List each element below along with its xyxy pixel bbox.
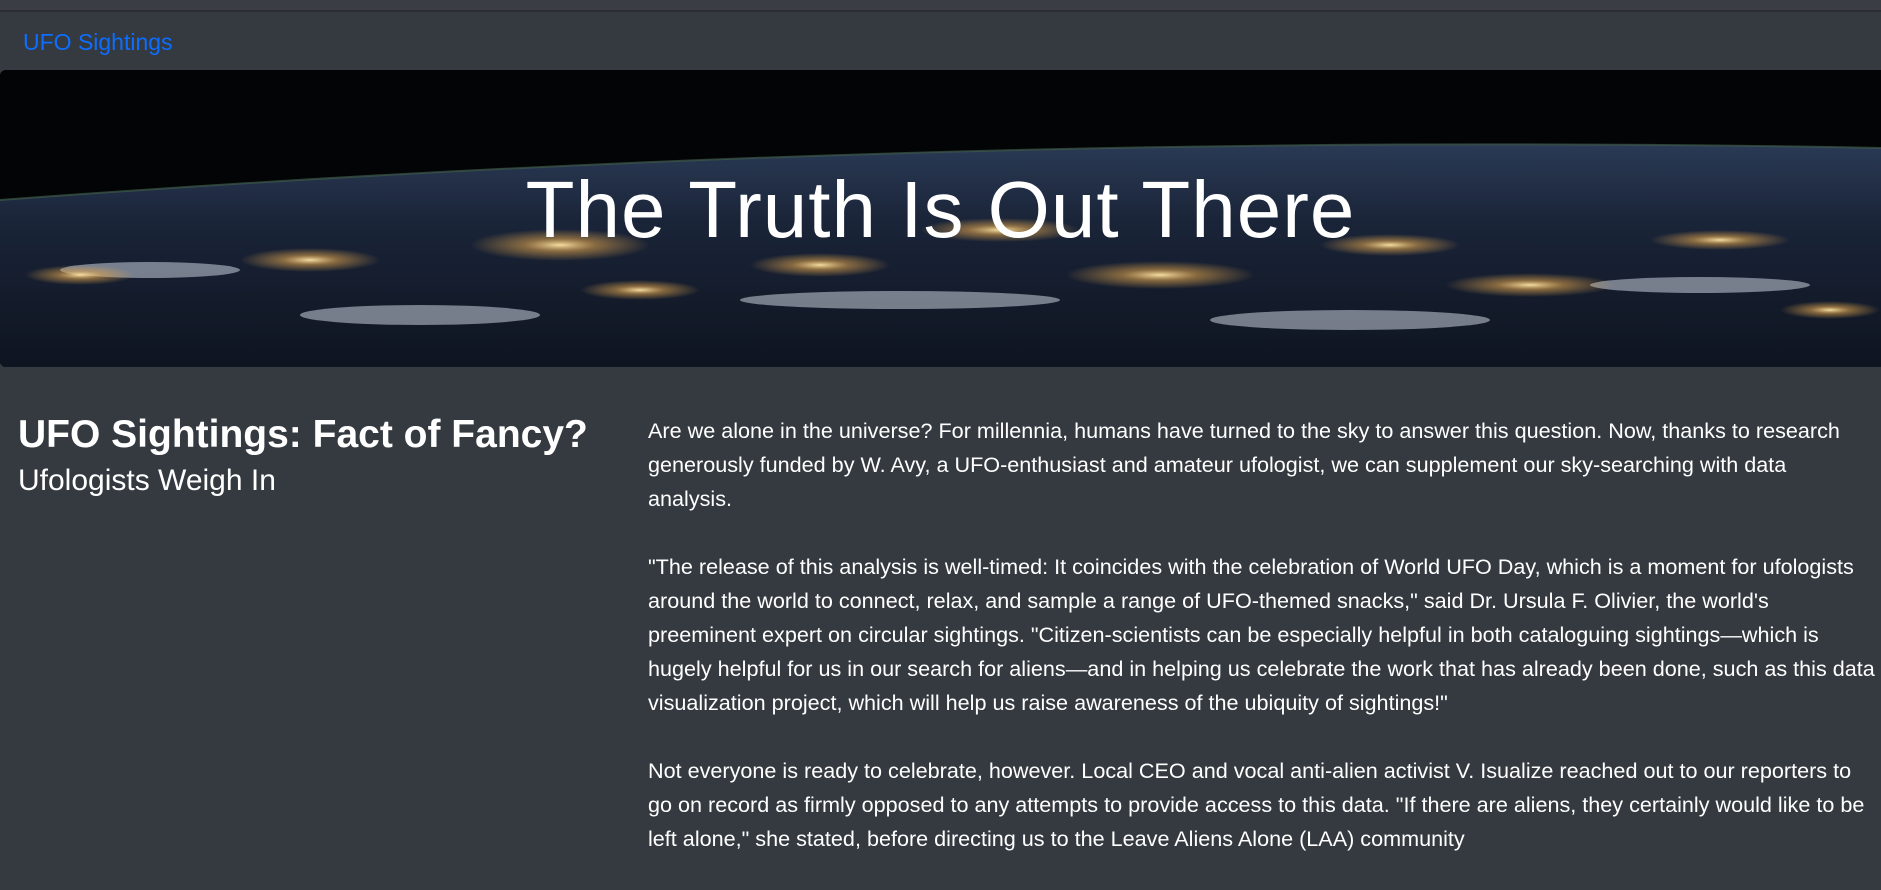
article-paragraph: Not everyone is ready to celebrate, howe… [648,758,1865,851]
article-paragraph: "The release of this analysis is well-ti… [648,554,1875,715]
article-subtitle: Ufologists Weigh In [18,463,276,497]
article-paragraph: Are we alone in the universe? For millen… [648,418,1840,511]
browser-top-strip [0,0,1881,12]
article-title: UFO Sightings: Fact of Fancy? [18,413,588,456]
article-body: Are we alone in the universe? For millen… [648,414,1876,890]
navbar-brand-link[interactable]: UFO Sightings [23,29,173,56]
navbar: UFO Sightings [0,12,1881,70]
hero-title: The Truth Is Out There [525,165,1356,254]
article-heading-column: UFO Sightings: Fact of Fancy? Ufologists… [18,412,618,499]
hero-banner: The Truth Is Out There [0,70,1881,367]
